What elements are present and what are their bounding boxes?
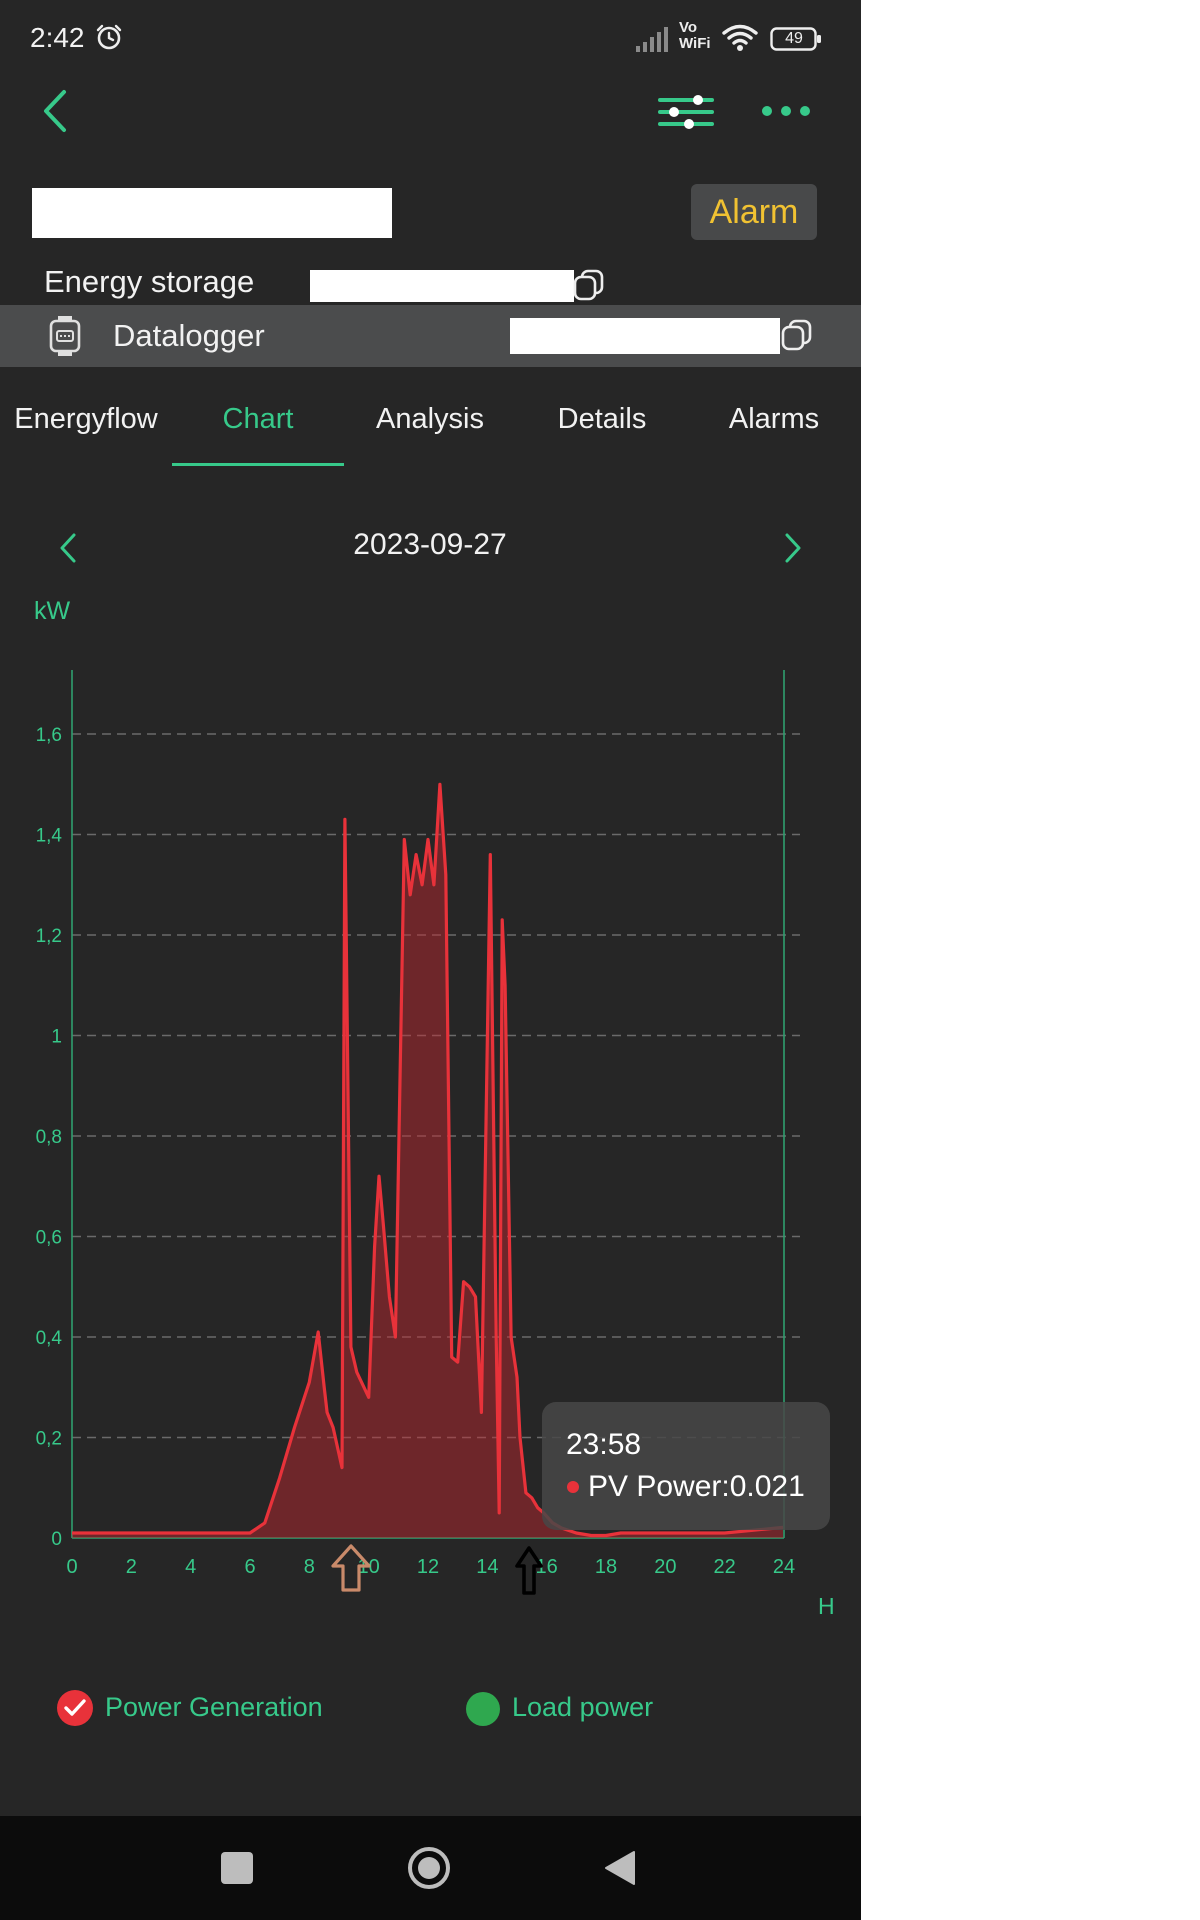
x-tick-label: 24: [773, 1556, 795, 1578]
y-tick-label: 1: [51, 1027, 62, 1048]
x-tick-label: 2: [126, 1556, 137, 1578]
x-tick-label: 18: [595, 1556, 617, 1578]
x-tick-label: 20: [654, 1556, 676, 1578]
y-tick-label: 1,6: [36, 725, 62, 746]
y-tick-label: 0,6: [36, 1228, 62, 1249]
chart-tooltip: [542, 1402, 830, 1530]
tab-details[interactable]: Details: [516, 398, 688, 468]
tab-bar: Energyflow Chart Analysis Details Alarms: [0, 398, 861, 468]
x-tick-label: 8: [304, 1556, 315, 1578]
y-tick-label: 0,8: [36, 1127, 62, 1148]
datalogger-icon: [49, 316, 81, 356]
signal-icon: [636, 27, 668, 52]
system-back-button[interactable]: [604, 1850, 636, 1886]
datalogger-label: Datalogger: [113, 318, 265, 353]
y-tick-label: 1,4: [36, 826, 63, 847]
y-axis-unit-label: kW: [34, 597, 71, 625]
copy-icon[interactable]: [780, 318, 814, 352]
y-tick-label: 0: [51, 1529, 62, 1550]
y-tick-label: 0,4: [36, 1328, 63, 1349]
tab-chart[interactable]: Chart: [172, 398, 344, 468]
wifi-icon: [722, 24, 758, 51]
tab-energyflow[interactable]: Energyflow: [0, 398, 172, 468]
legend-power-generation[interactable]: Power Generation: [105, 1692, 323, 1723]
next-date-button[interactable]: [781, 532, 805, 564]
phone-screen: 2:42 Vo WiFi 49 Alarm Energy storage Dat…: [0, 0, 861, 1920]
more-options-button[interactable]: [760, 96, 812, 126]
tab-analysis[interactable]: Analysis: [344, 398, 516, 468]
y-tick-label: 1,2: [36, 926, 62, 947]
vowifi-indicator: Vo WiFi: [679, 19, 711, 52]
back-button[interactable]: [38, 88, 72, 134]
filter-settings-button[interactable]: [656, 92, 716, 132]
previous-date-button[interactable]: [56, 532, 80, 564]
battery-level: 49: [785, 30, 803, 47]
recent-apps-button[interactable]: [221, 1852, 253, 1884]
x-tick-label: 4: [185, 1556, 196, 1578]
active-tab-indicator: [172, 463, 344, 466]
tooltip-series-dot: [567, 1481, 579, 1493]
tab-alarms[interactable]: Alarms: [688, 398, 860, 468]
device-name-redacted: [32, 188, 392, 238]
energy-storage-label: Energy storage: [44, 264, 255, 299]
x-tick-label: 0: [66, 1556, 77, 1578]
legend-checkmark-icon[interactable]: [56, 1689, 94, 1727]
energy-storage-serial-redacted: [310, 270, 574, 302]
legend-load-dot[interactable]: [466, 1692, 500, 1726]
x-tick-label: 6: [244, 1556, 255, 1578]
home-button[interactable]: [407, 1846, 451, 1890]
x-tick-label: 14: [476, 1556, 498, 1578]
alarm-clock-icon: [96, 24, 122, 50]
legend-load-power[interactable]: Load power: [512, 1692, 653, 1723]
y-tick-label: 0,2: [36, 1429, 62, 1450]
alarm-button[interactable]: Alarm: [691, 184, 817, 240]
x-axis-unit-label: H: [818, 1593, 835, 1619]
x-tick-label: 12: [417, 1556, 439, 1578]
tooltip-value: PV Power:0.021: [588, 1470, 805, 1503]
tooltip-time: 23:58: [566, 1428, 642, 1461]
x-tick-label: 22: [714, 1556, 736, 1578]
datalogger-serial-redacted: [510, 318, 780, 354]
copy-icon[interactable]: [572, 268, 606, 302]
selected-date[interactable]: 2023-09-27: [300, 528, 560, 562]
status-time: 2:42: [30, 22, 85, 53]
